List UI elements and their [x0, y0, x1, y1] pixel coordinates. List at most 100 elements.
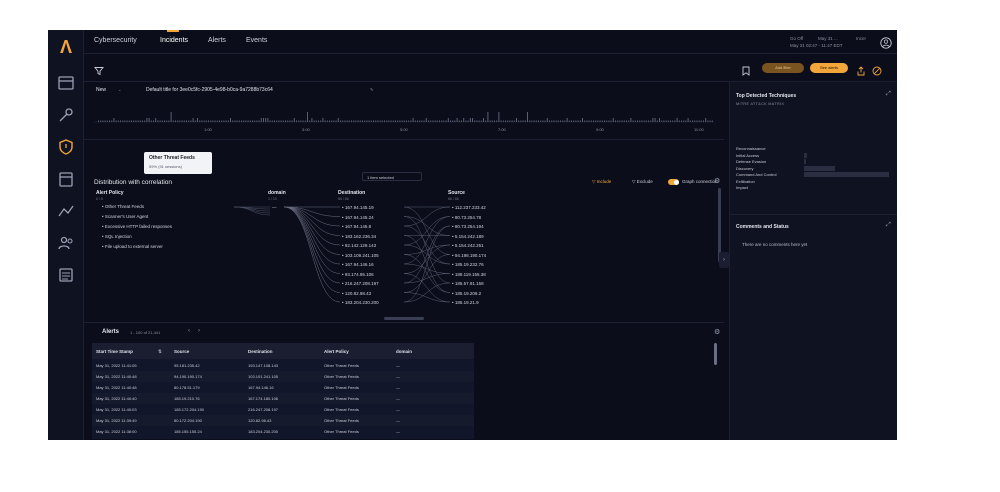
avatar-icon[interactable]: [880, 36, 892, 49]
distribution-item[interactable]: • 93.174.95.106: [342, 272, 374, 277]
distribution-item[interactable]: • SQL Injection: [102, 234, 132, 239]
distribution-item[interactable]: • 103.109.241.105: [342, 253, 379, 258]
distribution-item[interactable]: • Excessive HTTP failed responses: [102, 224, 172, 229]
table-cell[interactable]: Other Threat Feeds: [324, 374, 359, 379]
distribution-item[interactable]: • 183.162.236.34: [342, 234, 376, 239]
table-header-cell[interactable]: Alert Policy: [324, 349, 349, 354]
calendar-icon[interactable]: [57, 170, 75, 188]
alerts-scrollbar[interactable]: [714, 343, 717, 365]
add-filter-button[interactable]: Add filter: [762, 63, 804, 73]
table-cell[interactable]: 103.101.241.105: [248, 374, 278, 379]
table-header-cell[interactable]: Destination: [248, 349, 273, 354]
distribution-item[interactable]: • 167.94.145.19: [342, 205, 374, 210]
distribution-item[interactable]: • 167.94.145.24: [342, 215, 374, 220]
table-cell[interactable]: Other Threat Feeds: [324, 407, 359, 412]
table-cell[interactable]: Other Threat Feeds: [324, 418, 359, 423]
distribution-item[interactable]: • 167.94.146.16: [342, 262, 374, 267]
table-cell[interactable]: 94.190.190.174: [174, 374, 202, 379]
technique-bar[interactable]: [804, 165, 835, 171]
distribution-item[interactable]: • 188.119.155.38: [452, 272, 486, 277]
distribution-item[interactable]: • 80.73.254.78: [452, 215, 481, 220]
distribution-item[interactable]: • 185.19.21.9: [452, 300, 479, 305]
table-cell[interactable]: 216.247.208.197: [248, 407, 278, 412]
technique-bar[interactable]: [804, 152, 808, 158]
distribution-item[interactable]: • 185.57.91.158: [452, 281, 484, 286]
distribution-item[interactable]: —: [272, 205, 277, 210]
alerts-settings-icon[interactable]: ⚙: [714, 328, 720, 336]
chevron-right-icon[interactable]: ›: [198, 328, 200, 334]
table-cell[interactable]: —: [396, 363, 400, 368]
table-cell[interactable]: —: [396, 396, 400, 401]
table-header-cell[interactable]: domain: [396, 349, 412, 354]
distribution-scrollbar[interactable]: [718, 188, 721, 262]
table-cell[interactable]: 185.155.155.24: [174, 429, 202, 434]
sort-icon[interactable]: ⇅: [158, 349, 162, 355]
technique-bar[interactable]: [804, 159, 806, 164]
distribution-item[interactable]: • 112.237.233.42: [452, 205, 486, 210]
table-cell[interactable]: 95.181.235.42: [174, 363, 200, 368]
filter-icon[interactable]: [94, 63, 104, 76]
table-cell[interactable]: May 31, 2022 11:41:05: [96, 363, 137, 368]
table-cell[interactable]: Other Threat Feeds: [324, 429, 359, 434]
technique-bar[interactable]: [804, 172, 889, 177]
distribution-item[interactable]: • 94.198.190.174: [452, 253, 486, 258]
table-header-cell[interactable]: Start Time Stamp: [96, 349, 133, 354]
distribution-item[interactable]: • 185.19.209.2: [452, 291, 481, 296]
nav-alerts[interactable]: Alerts: [208, 37, 226, 44]
block-icon[interactable]: [872, 63, 882, 76]
table-cell[interactable]: —: [396, 374, 400, 379]
table-cell[interactable]: 80.178.51.179: [174, 385, 200, 390]
share-icon[interactable]: [856, 63, 866, 76]
users-icon[interactable]: [57, 234, 75, 252]
table-cell[interactable]: May 31, 2022 11:40:03: [96, 407, 137, 412]
distribution-item[interactable]: • Other Threat Feeds: [102, 204, 144, 209]
table-cell[interactable]: —: [396, 407, 400, 412]
nav-cybersecurity[interactable]: Cybersecurity: [94, 37, 137, 44]
distribution-item[interactable]: • 120.82.98.43: [342, 291, 371, 296]
table-cell[interactable]: May 31, 2022 11:40:40: [96, 396, 137, 401]
distribution-item[interactable]: • 80.73.254.194: [452, 224, 484, 229]
list-icon[interactable]: [57, 266, 75, 284]
table-cell[interactable]: May 31, 2022 11:40:48: [96, 374, 137, 379]
bookmark-icon[interactable]: [742, 63, 750, 76]
distribution-item[interactable]: • 5.154.242.189: [452, 234, 484, 239]
table-cell[interactable]: May 31, 2022 11:39:49: [96, 418, 137, 423]
shield-icon[interactable]: [57, 138, 75, 156]
table-cell[interactable]: Other Threat Feeds: [324, 396, 359, 401]
table-cell[interactable]: —: [396, 429, 400, 434]
key-icon[interactable]: [57, 106, 75, 124]
horizontal-scrollbar[interactable]: [384, 317, 424, 320]
timeline-histogram[interactable]: 1:003:005:007:009:0011:001:00: [84, 100, 724, 140]
table-cell[interactable]: 185.19.210.76: [174, 396, 200, 401]
table-cell[interactable]: Other Threat Feeds: [324, 385, 359, 390]
table-cell[interactable]: 120.82.98.43: [248, 418, 271, 423]
distribution-item[interactable]: • File upload to external server: [102, 244, 163, 249]
table-cell[interactable]: May 31, 2022 11:40:48: [96, 385, 137, 390]
table-cell[interactable]: Other Threat Feeds: [324, 363, 359, 368]
nav-incidents[interactable]: Incidents: [160, 37, 188, 44]
expand-comments-icon[interactable]: ⤢: [886, 222, 891, 229]
distribution-item[interactable]: • Scanner's User Agent: [102, 214, 148, 219]
selected-chip[interactable]: 1 item selected: [362, 172, 422, 181]
distribution-item[interactable]: • 5.154.242.251: [452, 243, 484, 248]
table-cell[interactable]: 80.172.204.190: [174, 418, 202, 423]
nav-events[interactable]: Events: [246, 37, 267, 44]
table-cell[interactable]: 167.94.146.16: [248, 385, 274, 390]
distribution-item[interactable]: • 167.94.145.8: [342, 224, 371, 229]
collapse-right-panel-button[interactable]: ›: [719, 252, 729, 268]
see-alerts-button[interactable]: See alerts: [810, 63, 848, 73]
exclude-button[interactable]: ▽ Exclude: [632, 179, 653, 185]
include-button[interactable]: ▽ Include: [592, 179, 611, 185]
graph-connection-toggle[interactable]: [668, 179, 679, 185]
go-off-toggle[interactable]: Go Off: [790, 36, 803, 41]
distribution-item[interactable]: • 92.142.129.143: [342, 243, 376, 248]
table-cell[interactable]: —: [396, 385, 400, 390]
graph-icon[interactable]: [57, 202, 75, 220]
distribution-item[interactable]: • 185.19.232.76: [452, 262, 484, 267]
table-cell[interactable]: 185.172.204.190: [174, 407, 204, 412]
distribution-item[interactable]: • 183.204.230.200: [342, 300, 379, 305]
view-select[interactable]: New: [96, 87, 106, 93]
table-cell[interactable]: 183.204.230.200: [248, 429, 278, 434]
table-cell[interactable]: May 31, 2022 11:38:00: [96, 429, 137, 434]
table-cell[interactable]: 167.174.180.106: [248, 396, 278, 401]
